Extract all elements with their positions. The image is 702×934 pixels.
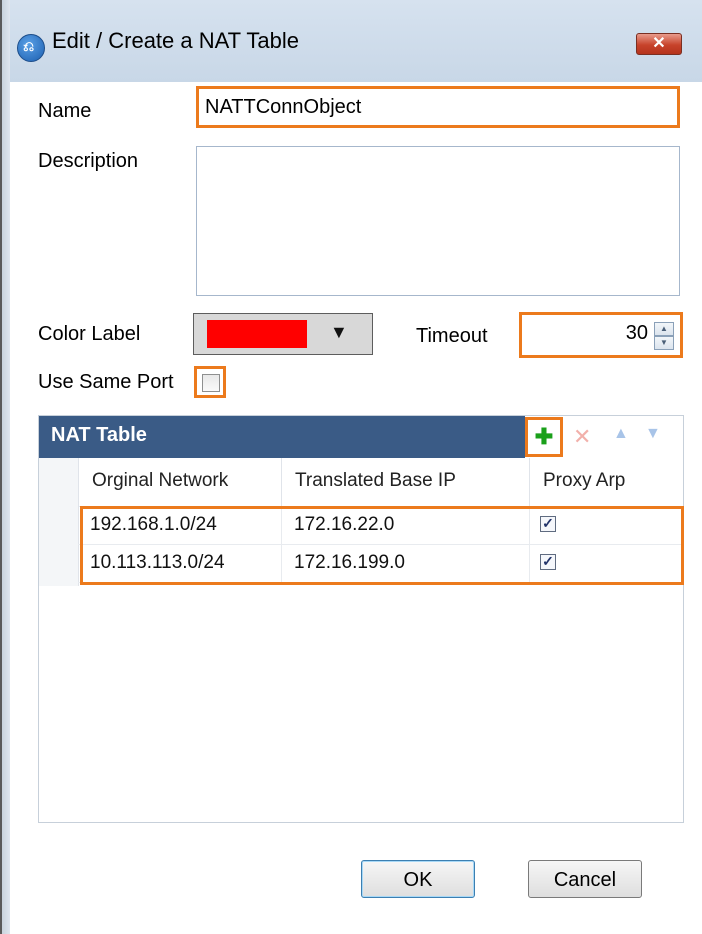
- cancel-button[interactable]: Cancel: [528, 860, 642, 898]
- add-row-icon[interactable]: ✚: [525, 417, 563, 457]
- close-button[interactable]: ✕: [636, 33, 682, 55]
- use-same-port-checkbox[interactable]: [202, 374, 220, 392]
- cell-original-network[interactable]: 10.113.113.0/24: [78, 544, 281, 582]
- cell-proxy-arp[interactable]: ✓: [529, 544, 683, 582]
- cell-translated-ip[interactable]: 172.16.199.0: [281, 544, 529, 582]
- table-row[interactable]: 10.113.113.0/24 172.16.199.0 ✓: [78, 544, 683, 583]
- move-up-icon[interactable]: ▲: [613, 425, 629, 443]
- cell-translated-ip[interactable]: 172.16.22.0: [281, 506, 529, 544]
- window-left-border: [0, 0, 10, 934]
- move-down-icon[interactable]: ▼: [645, 425, 661, 443]
- nat-table-grid: NAT Table ✚ ✕ ▲ ▼ Orginal Network Transl…: [38, 415, 684, 823]
- row-header-column: [39, 458, 79, 586]
- color-label: Color Label: [38, 323, 141, 345]
- column-header-proxy-arp[interactable]: Proxy Arp: [529, 458, 683, 506]
- grid-toolbar: ✚ ✕ ▲ ▼: [525, 416, 683, 458]
- dialog-content: Name Description Color Label ▼ Timeout 3…: [10, 82, 702, 934]
- delete-row-icon[interactable]: ✕: [573, 424, 591, 450]
- cell-original-network[interactable]: 192.168.1.0/24: [78, 506, 281, 544]
- column-header-translated[interactable]: Translated Base IP: [281, 458, 529, 506]
- title-bar[interactable]: ⎌ Edit / Create a NAT Table ✕: [0, 0, 702, 83]
- window-title: Edit / Create a NAT Table: [52, 28, 300, 53]
- description-label: Description: [38, 150, 139, 172]
- grid-title: NAT Table: [51, 424, 147, 446]
- spin-up-icon[interactable]: ▲: [654, 322, 674, 336]
- use-same-port-label: Use Same Port: [38, 371, 174, 393]
- proxy-arp-checkbox[interactable]: ✓: [540, 554, 556, 570]
- color-swatch: [207, 320, 307, 348]
- spin-down-icon[interactable]: ▼: [654, 336, 674, 350]
- color-label-dropdown[interactable]: ▼: [193, 313, 373, 355]
- timeout-value[interactable]: 30: [626, 322, 648, 345]
- ok-button[interactable]: OK: [361, 860, 475, 898]
- table-row[interactable]: 192.168.1.0/24 172.16.22.0 ✓: [78, 506, 683, 545]
- name-label: Name: [38, 100, 92, 122]
- use-same-port-checkbox-wrap[interactable]: [194, 366, 226, 398]
- proxy-arp-checkbox[interactable]: ✓: [540, 516, 556, 532]
- cell-proxy-arp[interactable]: ✓: [529, 506, 683, 544]
- app-icon: ⎌: [17, 34, 45, 62]
- dropdown-arrow-icon: ▼: [330, 322, 348, 342]
- nat-table-dialog: ⎌ Edit / Create a NAT Table ✕ Name Descr…: [0, 0, 702, 934]
- name-input[interactable]: [196, 86, 680, 128]
- timeout-label: Timeout: [416, 325, 488, 347]
- column-header-row: Orginal Network Translated Base IP Proxy…: [39, 458, 683, 507]
- column-header-original[interactable]: Orginal Network: [78, 458, 281, 506]
- timeout-spinbox[interactable]: 30 ▲ ▼: [519, 312, 683, 358]
- description-input[interactable]: [196, 146, 680, 296]
